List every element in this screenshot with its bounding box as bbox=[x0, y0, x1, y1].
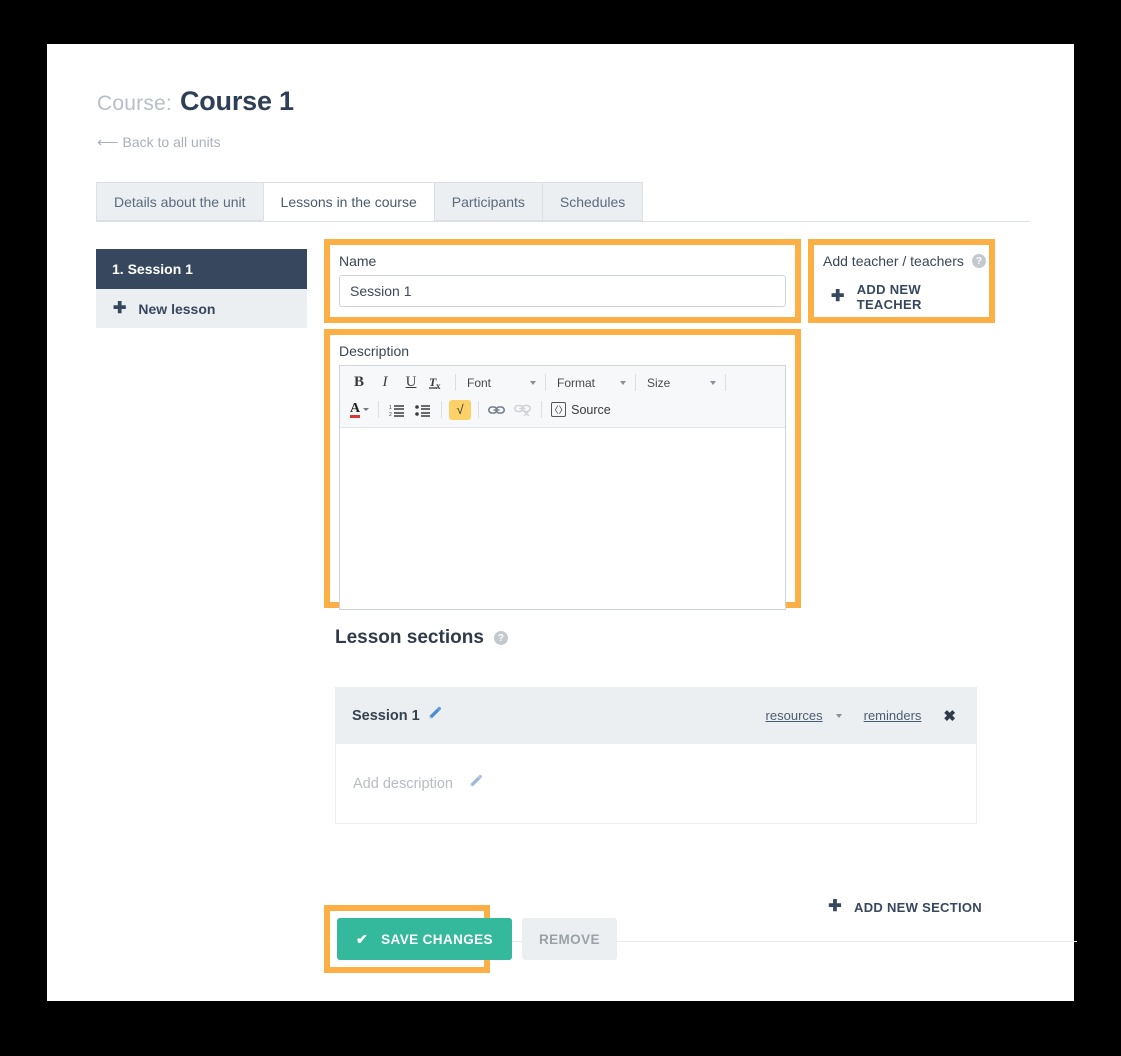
lesson-sidebar: 1. Session 1 ✚ New lesson bbox=[96, 249, 307, 328]
save-changes-label: SAVE CHANGES bbox=[381, 931, 493, 947]
format-dropdown[interactable]: Format bbox=[551, 371, 630, 395]
help-icon[interactable]: ? bbox=[971, 254, 986, 268]
size-dropdown[interactable]: Size bbox=[641, 371, 720, 395]
size-dropdown-label: Size bbox=[647, 375, 671, 390]
svg-text:1: 1 bbox=[389, 405, 392, 411]
add-description-button[interactable]: Add description bbox=[353, 774, 483, 793]
page-title: Course 1 bbox=[179, 86, 294, 116]
unlink-icon bbox=[510, 398, 536, 422]
name-input[interactable] bbox=[339, 275, 786, 307]
section-name-label: Session 1 bbox=[352, 707, 420, 724]
description-editor-body[interactable] bbox=[340, 428, 785, 609]
close-icon[interactable]: ✖ bbox=[943, 707, 956, 725]
chevron-down-icon bbox=[710, 380, 716, 385]
font-dropdown[interactable]: Font bbox=[461, 371, 540, 395]
name-field-label: Name bbox=[339, 253, 377, 269]
math-equation-icon[interactable]: √ bbox=[447, 398, 473, 422]
editor-toolbar: B I U T x Font Format Size A 1 2 √ 〈〉 So… bbox=[340, 366, 785, 428]
section-card: Session 1 resources reminders ✖ Add desc… bbox=[335, 687, 977, 824]
lesson-sections-header: Lesson sections ? bbox=[335, 627, 508, 649]
help-icon[interactable]: ? bbox=[493, 631, 508, 645]
source-code-icon: 〈〉 bbox=[550, 402, 568, 417]
section-card-body: Add description bbox=[335, 744, 977, 824]
reminders-label: reminders bbox=[863, 708, 922, 723]
page-card: Course: Course 1 ⟵ Back to all units Det… bbox=[47, 44, 1077, 1001]
add-teacher-panel-highlight: Add teacher / teachers ? ✚ ADD NEW TEACH… bbox=[808, 239, 995, 323]
add-new-teacher-label: ADD NEW TEACHER bbox=[856, 282, 922, 312]
bulleted-list-icon[interactable] bbox=[410, 398, 436, 422]
sidebar-item-session-1[interactable]: 1. Session 1 bbox=[96, 249, 307, 289]
new-lesson-label: New lesson bbox=[138, 300, 216, 317]
back-to-all-units-link[interactable]: ⟵ Back to all units bbox=[97, 134, 221, 150]
toolbar-separator bbox=[725, 374, 726, 391]
section-card-header: Session 1 resources reminders ✖ bbox=[335, 687, 977, 744]
svg-text:x: x bbox=[436, 381, 441, 390]
source-label: Source bbox=[571, 402, 611, 417]
toolbar-separator bbox=[441, 401, 443, 418]
name-field-highlight: Name bbox=[324, 239, 801, 323]
numbered-list-icon[interactable]: 1 2 bbox=[384, 398, 410, 422]
tab-participants[interactable]: Participants bbox=[433, 182, 543, 221]
course-prefix-label: Course: bbox=[97, 92, 172, 115]
sidebar-item-label: 1. Session 1 bbox=[112, 261, 193, 277]
italic-icon[interactable]: I bbox=[372, 371, 398, 395]
toolbar-separator bbox=[478, 401, 480, 418]
chevron-down-icon bbox=[835, 713, 842, 718]
check-icon: ✔ bbox=[356, 931, 369, 947]
edit-pencil-icon[interactable] bbox=[427, 706, 442, 726]
back-link-label: Back to all units bbox=[122, 134, 221, 150]
plus-icon: ✚ bbox=[828, 898, 842, 915]
plus-icon: ✚ bbox=[831, 288, 845, 305]
remove-button[interactable]: REMOVE bbox=[521, 918, 617, 960]
chevron-down-icon bbox=[363, 408, 370, 411]
chevron-down-icon bbox=[530, 380, 536, 385]
format-dropdown-label: Format bbox=[557, 375, 596, 390]
tab-details-about-the-unit[interactable]: Details about the unit bbox=[96, 182, 264, 221]
lesson-sections-title: Lesson sections bbox=[335, 627, 484, 648]
add-new-teacher-button[interactable]: ✚ ADD NEW TEACHER bbox=[814, 269, 989, 312]
link-icon[interactable] bbox=[484, 398, 510, 422]
toolbar-separator bbox=[541, 401, 543, 418]
arrow-left-icon: ⟵ bbox=[97, 133, 119, 151]
source-button[interactable]: 〈〉 Source bbox=[547, 398, 615, 422]
section-card-actions: resources reminders ✖ bbox=[766, 707, 977, 725]
description-label: Description bbox=[339, 343, 410, 359]
new-lesson-button[interactable]: ✚ New lesson bbox=[96, 289, 307, 328]
tab-schedules[interactable]: Schedules bbox=[541, 182, 644, 221]
resources-dropdown[interactable]: resources bbox=[766, 708, 842, 723]
toolbar-separator bbox=[455, 374, 456, 391]
svg-text:2: 2 bbox=[389, 412, 392, 417]
reminders-link[interactable]: reminders bbox=[864, 708, 922, 723]
underline-icon[interactable]: U bbox=[398, 371, 424, 395]
save-changes-button[interactable]: ✔ SAVE CHANGES bbox=[337, 918, 512, 960]
editor-toolbar-row-2: A 1 2 √ 〈〉 Source bbox=[346, 396, 779, 423]
add-new-section-button[interactable]: ✚ ADD NEW SECTION bbox=[828, 899, 982, 915]
toolbar-separator bbox=[378, 401, 380, 418]
footer-actions: ✔ SAVE CHANGES REMOVE bbox=[337, 918, 617, 960]
plus-icon: ✚ bbox=[113, 299, 127, 317]
tab-lessons-in-the-course[interactable]: Lessons in the course bbox=[262, 182, 435, 221]
math-equation-glyph: √ bbox=[449, 399, 472, 420]
font-dropdown-label: Font bbox=[467, 375, 492, 390]
toolbar-separator bbox=[545, 374, 546, 391]
page-header: Course: Course 1 bbox=[97, 86, 294, 117]
add-description-label: Add description bbox=[353, 775, 453, 792]
remove-format-icon[interactable]: T x bbox=[424, 371, 450, 395]
add-teacher-header: Add teacher / teachers ? bbox=[814, 245, 989, 269]
toolbar-separator bbox=[635, 374, 636, 391]
bold-icon[interactable]: B bbox=[346, 371, 372, 395]
description-highlight: Description B I U T x Font Format Size A… bbox=[324, 329, 801, 610]
resources-label: resources bbox=[765, 708, 823, 723]
add-new-section-label: ADD NEW SECTION bbox=[854, 899, 982, 915]
text-color-letter: A bbox=[350, 400, 361, 418]
add-teacher-label: Add teacher / teachers bbox=[823, 253, 964, 269]
edit-pencil-icon[interactable] bbox=[468, 774, 483, 793]
text-color-icon[interactable]: A bbox=[346, 398, 373, 422]
chevron-down-icon bbox=[620, 380, 626, 385]
rich-text-editor: B I U T x Font Format Size A 1 2 √ 〈〉 So… bbox=[339, 365, 786, 610]
editor-toolbar-row-1: B I U T x Font Format Size bbox=[346, 369, 779, 396]
tab-bar: Details about the unit Lessons in the co… bbox=[96, 182, 1030, 222]
course-heading: Course: Course 1 bbox=[97, 86, 294, 117]
